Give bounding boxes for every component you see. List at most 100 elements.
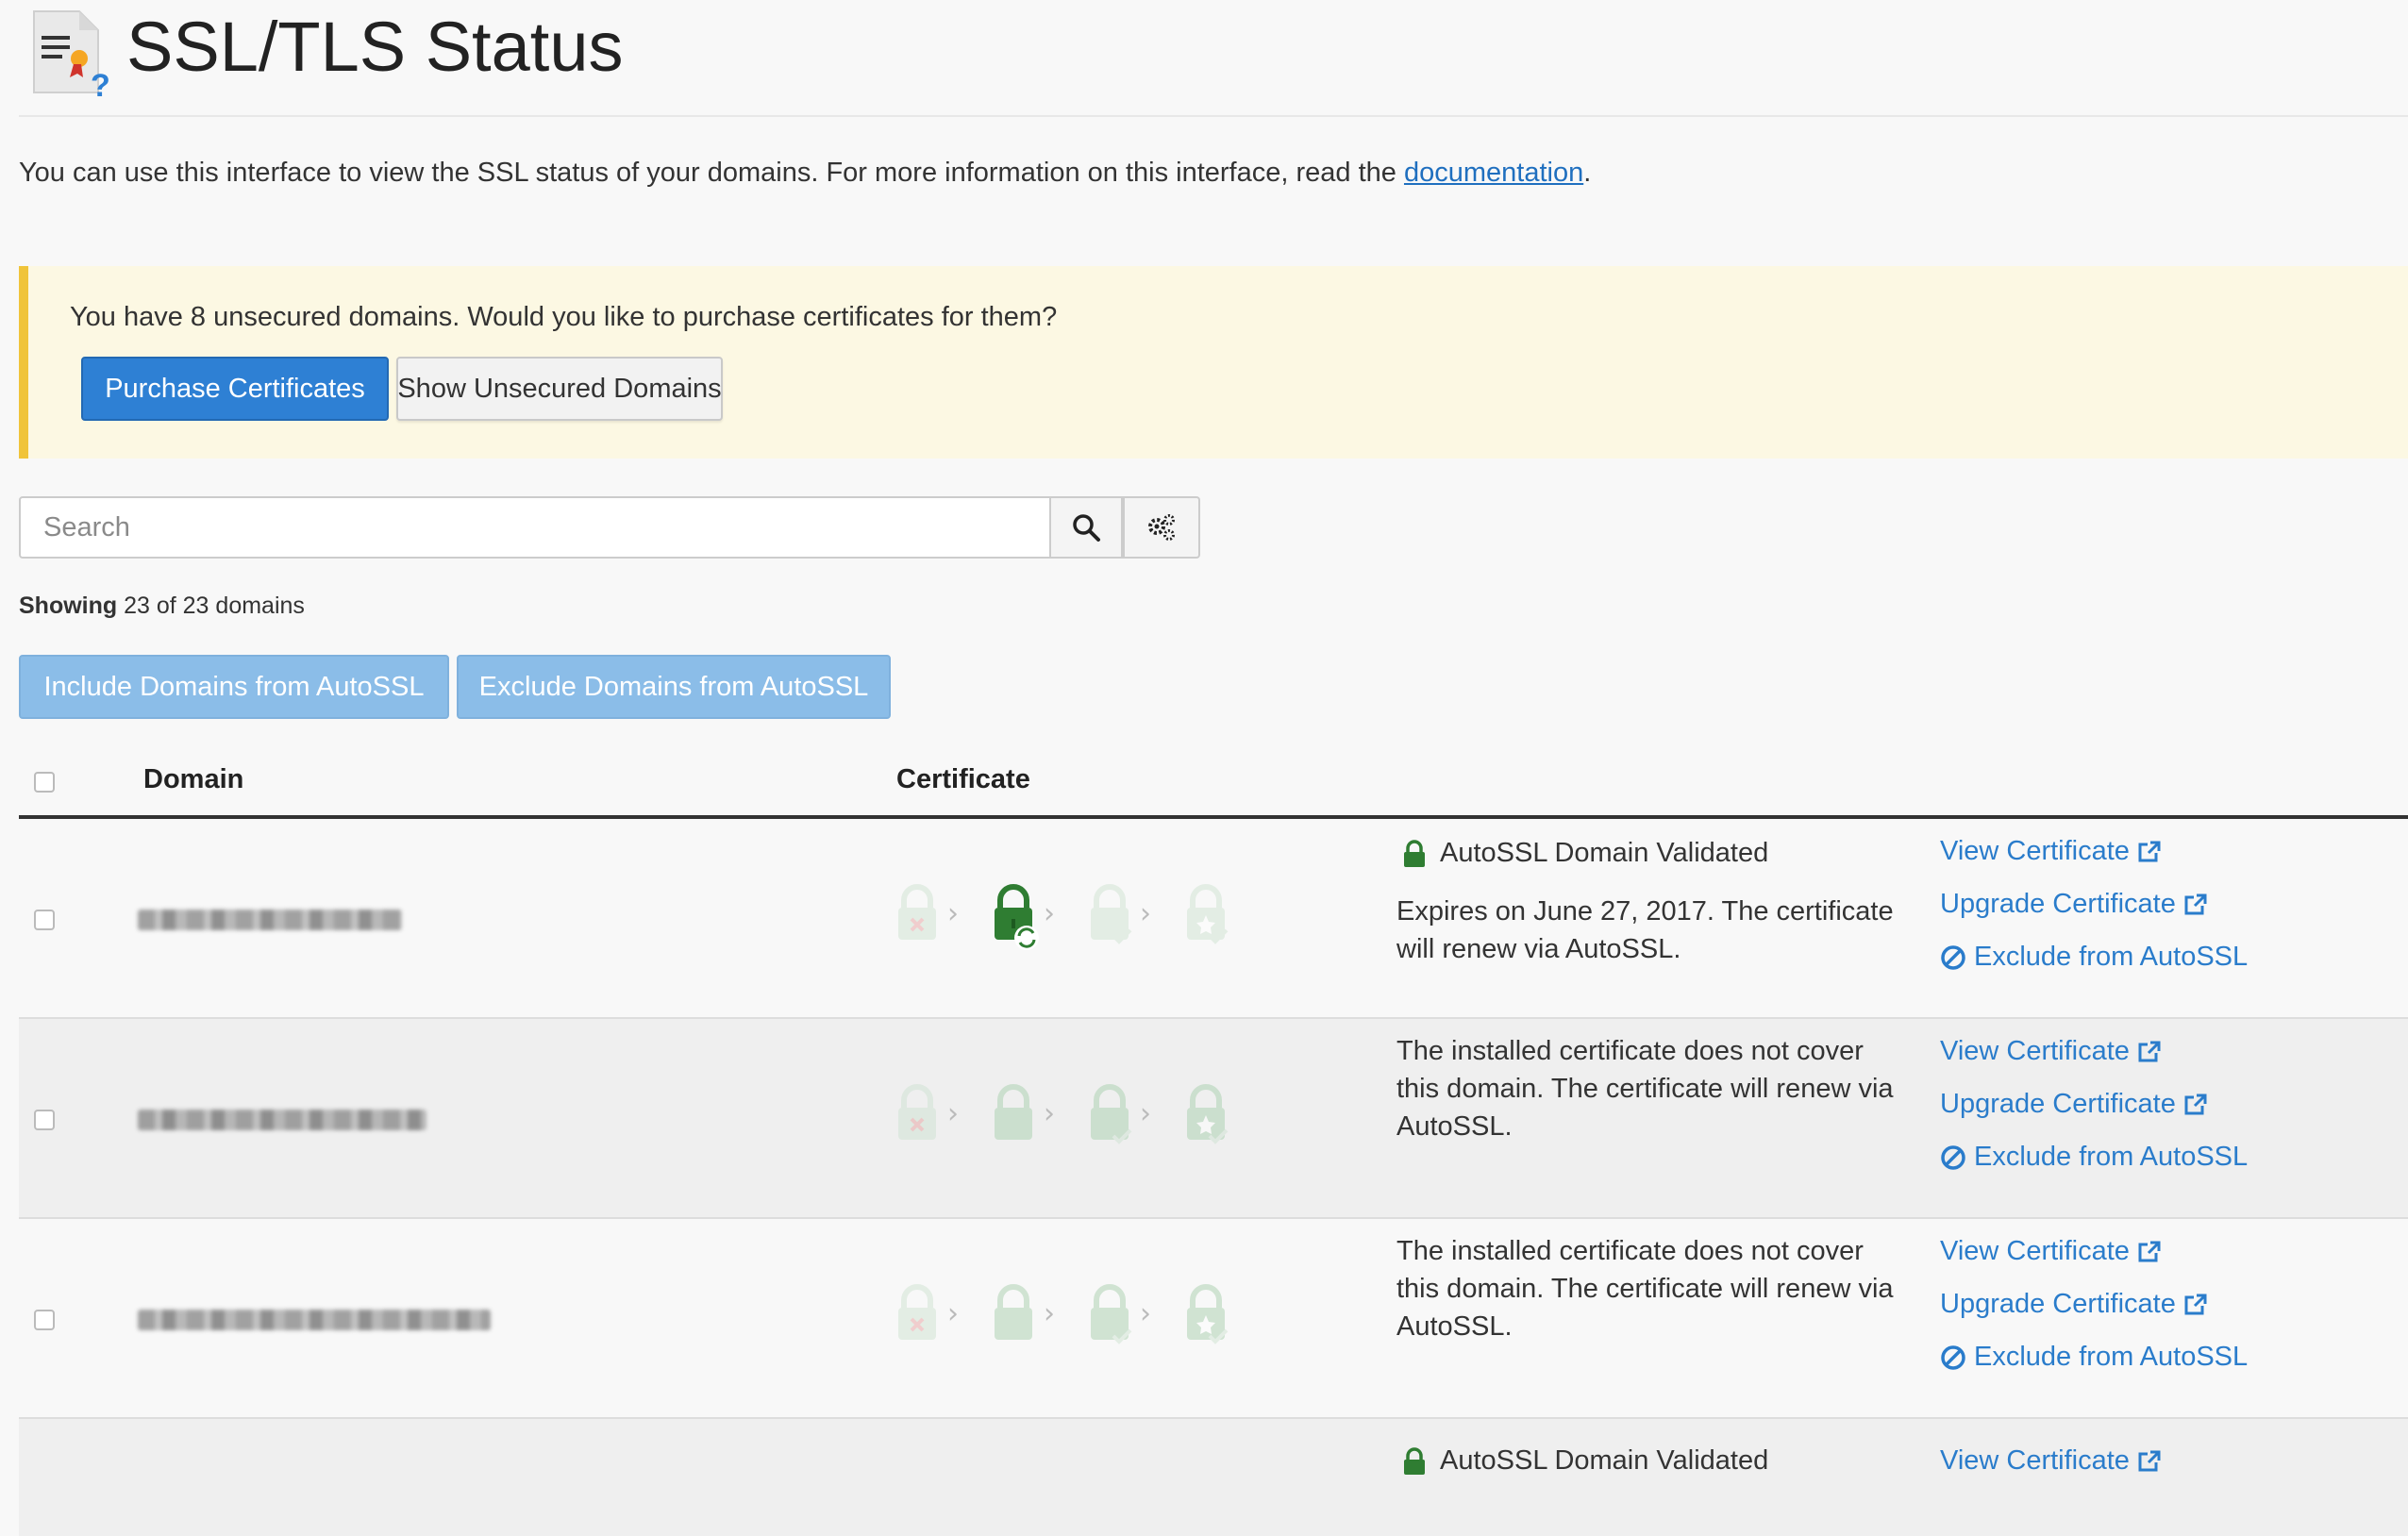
- showing-label: Showing: [19, 593, 118, 619]
- domain-column-header: Domain: [143, 764, 244, 794]
- ev-lock-icon: [1187, 884, 1229, 944]
- svg-text:?: ?: [91, 68, 110, 100]
- unsecured-lock-icon: [898, 884, 936, 940]
- upgrade-certificate-link[interactable]: Upgrade Certificate: [1940, 889, 2208, 920]
- autossl-lock-icon: [995, 884, 1039, 950]
- exclude-from-autossl-link[interactable]: Exclude from AutoSSL: [1940, 942, 2248, 973]
- lock-icon: [1404, 1446, 1425, 1475]
- row-checkbox[interactable]: [34, 1110, 55, 1130]
- exclude-from-autossl-link[interactable]: Exclude from AutoSSL: [1940, 1342, 2248, 1373]
- show-unsecured-domains-button[interactable]: Show Unsecured Domains: [396, 357, 723, 421]
- view-certificate-label: View Certificate: [1940, 1036, 2130, 1066]
- search-button[interactable]: [1049, 496, 1123, 559]
- ssl-status-icon: ?: [33, 10, 110, 100]
- unsecured-lock-icon: [898, 1084, 936, 1140]
- ban-icon: [1941, 944, 1965, 970]
- status-title: AutoSSL Domain Validated: [1402, 1445, 1768, 1477]
- domains-table: Domain Certificate › › › AutoSSL Domain …: [19, 736, 2408, 1536]
- table-header: Domain Certificate: [19, 736, 2408, 819]
- exclude-from-autossl-label: Exclude from AutoSSL: [1974, 942, 2249, 972]
- svg-text:›: ›: [1140, 1297, 1151, 1330]
- status-title-text: AutoSSL Domain Validated: [1440, 838, 1769, 868]
- external-link-icon: [2184, 1094, 2207, 1114]
- lock-icon: [1404, 839, 1425, 867]
- dv-lock-icon: [1091, 1084, 1132, 1144]
- view-certificate-label: View Certificate: [1940, 1445, 2130, 1476]
- view-certificate-label: View Certificate: [1940, 1236, 2130, 1266]
- unsecured-domains-alert: You have 8 unsecured domains. Would you …: [19, 266, 2408, 459]
- status-text: Expires on June 27, 2017. The certificat…: [1396, 896, 1894, 964]
- svg-text:›: ›: [1140, 1097, 1151, 1130]
- external-link-icon: [2184, 1294, 2207, 1314]
- certificate-column-header: Certificate: [896, 764, 1030, 794]
- ev-lock-icon: [1187, 1084, 1229, 1144]
- intro-text-end: .: [1583, 158, 1592, 188]
- external-link-icon: [2138, 841, 2161, 861]
- view-certificate-link[interactable]: View Certificate: [1940, 836, 2162, 867]
- ban-icon: [1941, 1344, 1965, 1370]
- exclude-from-autossl-label: Exclude from AutoSSL: [1974, 1142, 2249, 1172]
- domain-name-redacted: [138, 910, 402, 930]
- settings-button[interactable]: [1123, 496, 1200, 559]
- autossl-lock-icon: [995, 1284, 1032, 1340]
- status-title: AutoSSL Domain Validated: [1402, 838, 1768, 869]
- dv-lock-icon: [1091, 1284, 1132, 1344]
- certificate-level-icons: › › ›: [898, 884, 1229, 950]
- svg-text:›: ›: [1044, 1297, 1055, 1330]
- svg-text:›: ›: [947, 897, 959, 930]
- search-icon: [1073, 514, 1100, 542]
- view-certificate-link[interactable]: View Certificate: [1940, 1445, 2162, 1477]
- status-text: The installed certificate does not cover…: [1396, 1236, 1894, 1342]
- intro-text: You can use this interface to view the S…: [19, 154, 1591, 192]
- intro-text-body: You can use this interface to view the S…: [19, 158, 1396, 188]
- row-checkbox[interactable]: [34, 910, 55, 930]
- page-header: ? SSL/TLS Status: [19, 0, 2408, 117]
- table-row: AutoSSL Domain Validated View Certificat…: [19, 1419, 2408, 1536]
- view-certificate-link[interactable]: View Certificate: [1940, 1236, 2162, 1267]
- upgrade-certificate-label: Upgrade Certificate: [1940, 1089, 2176, 1119]
- exclude-domains-autossl-button[interactable]: Exclude Domains from AutoSSL: [457, 655, 891, 719]
- exclude-from-autossl-link[interactable]: Exclude from AutoSSL: [1940, 1142, 2248, 1173]
- certificate-level-icons: › › ›: [898, 1284, 1229, 1344]
- unsecured-lock-icon: [898, 1284, 936, 1340]
- svg-text:›: ›: [947, 1297, 959, 1330]
- page-title: SSL/TLS Status: [126, 8, 624, 86]
- status-text: The installed certificate does not cover…: [1396, 1036, 1894, 1142]
- exclude-from-autossl-label: Exclude from AutoSSL: [1974, 1342, 2249, 1372]
- ev-lock-icon: [1187, 1284, 1229, 1344]
- upgrade-certificate-link[interactable]: Upgrade Certificate: [1940, 1289, 2208, 1320]
- status-title-text: AutoSSL Domain Validated: [1440, 1445, 1769, 1476]
- svg-text:›: ›: [1140, 897, 1151, 930]
- external-link-icon: [2138, 1450, 2161, 1471]
- alert-message: You have 8 unsecured domains. Would you …: [70, 302, 1058, 332]
- table-row: › › › AutoSSL Domain Validated Expires o…: [19, 819, 2408, 1019]
- svg-text:›: ›: [947, 1097, 959, 1130]
- external-link-icon: [2184, 893, 2207, 914]
- view-certificate-link[interactable]: View Certificate: [1940, 1036, 2162, 1067]
- dv-lock-icon: [1091, 884, 1132, 944]
- search-input[interactable]: [19, 496, 1051, 559]
- documentation-link[interactable]: documentation: [1404, 158, 1583, 188]
- svg-text:›: ›: [1044, 897, 1055, 930]
- external-link-icon: [2138, 1241, 2161, 1261]
- view-certificate-label: View Certificate: [1940, 836, 2130, 866]
- ban-icon: [1941, 1144, 1965, 1170]
- row-checkbox[interactable]: [34, 1310, 55, 1330]
- domain-name-redacted: [138, 1110, 426, 1130]
- svg-text:›: ›: [1044, 1097, 1055, 1130]
- upgrade-certificate-label: Upgrade Certificate: [1940, 1289, 2176, 1319]
- include-domains-autossl-button[interactable]: Include Domains from AutoSSL: [19, 655, 449, 719]
- purchase-certificates-button[interactable]: Purchase Certificates: [81, 357, 389, 421]
- table-row: › › › The installed certificate does not…: [19, 1019, 2408, 1219]
- showing-value: 23 of 23 domains: [124, 593, 305, 619]
- gears-icon: [1148, 514, 1175, 541]
- table-row: › › › The installed certificate does not…: [19, 1219, 2408, 1419]
- showing-count: Showing 23 of 23 domains: [19, 593, 305, 620]
- upgrade-certificate-label: Upgrade Certificate: [1940, 889, 2176, 919]
- upgrade-certificate-link[interactable]: Upgrade Certificate: [1940, 1089, 2208, 1120]
- domain-name-redacted: [138, 1310, 491, 1330]
- select-all-checkbox[interactable]: [34, 772, 55, 793]
- certificate-level-icons: › › ›: [898, 1084, 1229, 1144]
- autossl-lock-icon: [995, 1084, 1032, 1140]
- external-link-icon: [2138, 1041, 2161, 1061]
